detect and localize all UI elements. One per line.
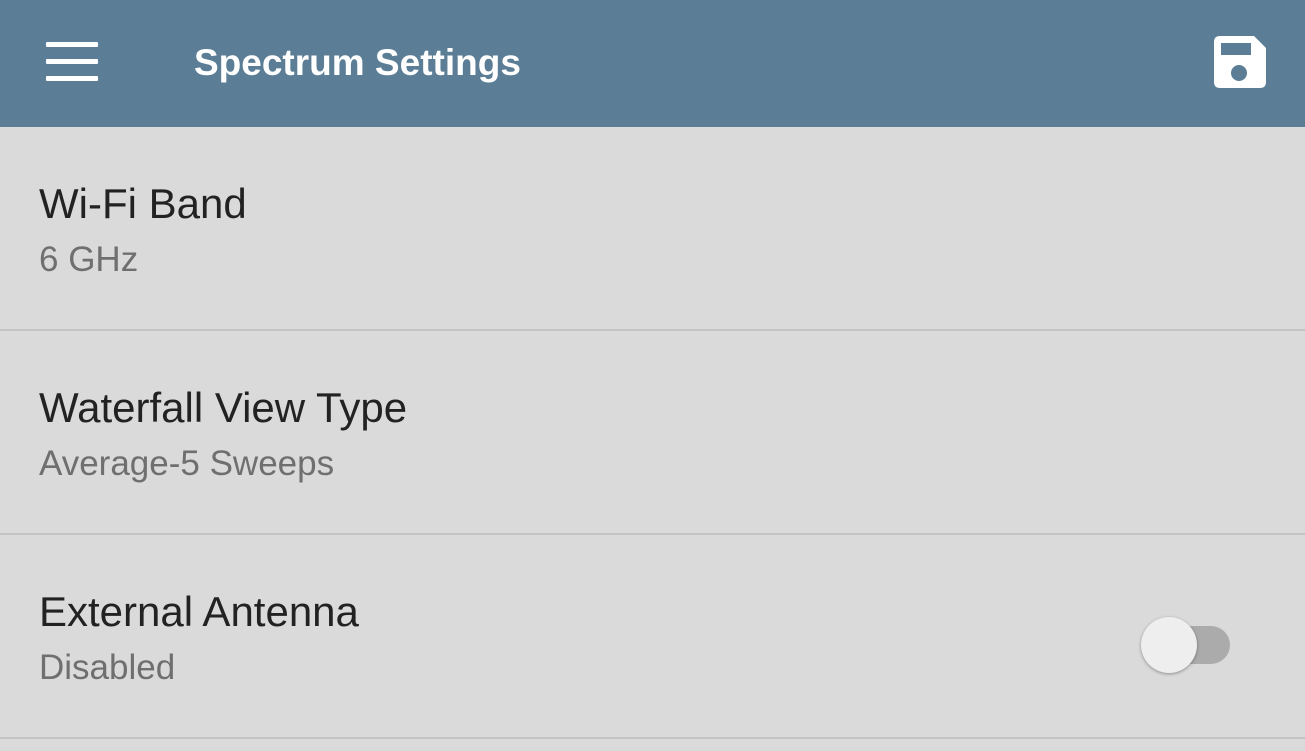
floppy-disk-save-icon bbox=[1214, 36, 1266, 88]
external-antenna-toggle[interactable] bbox=[1138, 617, 1234, 673]
page-title: Spectrum Settings bbox=[194, 42, 521, 83]
setting-value: Disabled bbox=[39, 648, 176, 687]
external-antenna-setting[interactable]: External Antenna Disabled bbox=[0, 535, 1305, 739]
toggle-thumb bbox=[1141, 617, 1197, 673]
app-bar: Spectrum Settings bbox=[0, 0, 1305, 127]
settings-list: Wi-Fi Band 6 GHz Waterfall View Type Ave… bbox=[0, 127, 1305, 739]
setting-label: Wi-Fi Band bbox=[39, 180, 247, 227]
wifi-band-setting[interactable]: Wi-Fi Band 6 GHz bbox=[0, 127, 1305, 331]
setting-value: 6 GHz bbox=[39, 240, 139, 279]
setting-value: Average-5 Sweeps bbox=[39, 444, 335, 483]
setting-label: External Antenna bbox=[39, 588, 359, 635]
waterfall-view-type-setting[interactable]: Waterfall View Type Average-5 Sweeps bbox=[0, 331, 1305, 535]
setting-label: Waterfall View Type bbox=[39, 384, 408, 431]
menu-button[interactable] bbox=[30, 28, 114, 96]
save-button[interactable] bbox=[1200, 22, 1280, 102]
